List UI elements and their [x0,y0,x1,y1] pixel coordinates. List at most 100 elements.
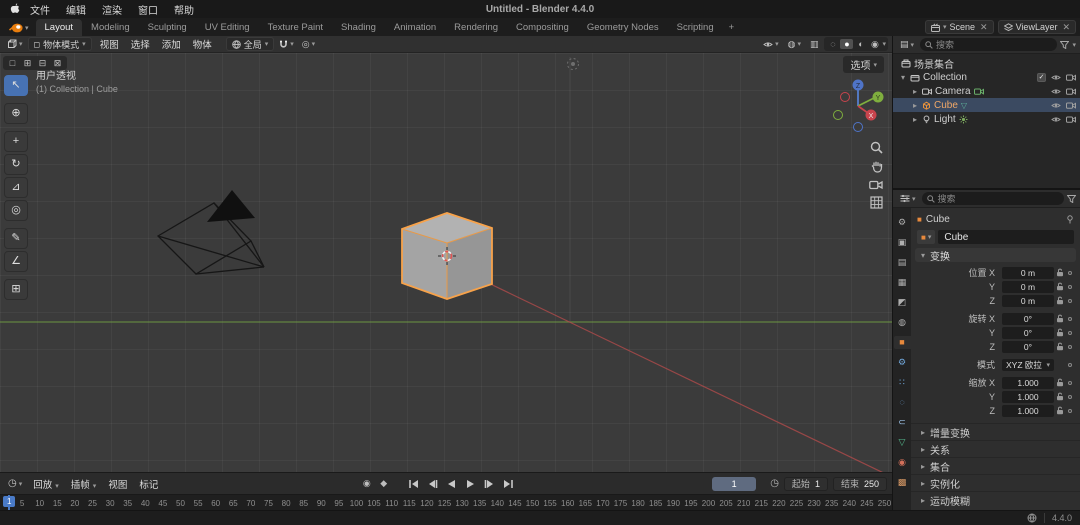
timeline-menu-item[interactable]: 视图 [102,477,133,491]
lock-icon[interactable] [1054,282,1066,291]
animate-dot-icon[interactable] [1066,408,1074,413]
workspace-tab[interactable]: Shading [332,19,385,36]
tab-render[interactable]: ▣ [894,236,911,249]
transform-panel-header[interactable]: 变换 [915,248,1076,263]
animate-dot-icon[interactable] [1066,270,1074,275]
viewport-canvas[interactable]: Z Y X 用户透视 (1) Collection | Cube □ ⊞ ⊟ ⊠ 选项… [0,53,892,472]
viewport-menu-item[interactable]: 选择 [125,37,156,51]
show-gizmo-dropdown[interactable]: ▾ [760,40,782,48]
animate-dot-icon[interactable] [1066,344,1074,349]
shading-wireframe-button[interactable]: ◌ [826,39,839,49]
close-icon[interactable]: ✕ [1062,22,1070,33]
macos-menu-item[interactable]: 文件 [22,2,58,17]
workspace-tab[interactable]: Geometry Nodes [578,19,668,36]
jump-to-start-button[interactable] [405,476,422,491]
tool-cursor[interactable]: ⊕ [4,103,28,124]
field-value[interactable]: 0 m [1002,266,1054,279]
tool-measure[interactable]: ∠ [4,251,28,272]
zoom-button[interactable] [870,141,883,154]
field-value[interactable]: 1.000 [1002,376,1054,389]
animate-dot-icon[interactable] [1066,284,1074,289]
field-value[interactable]: 0° [1002,340,1054,353]
current-frame-field[interactable]: 1 [712,476,757,491]
field-value[interactable]: 0 m [1002,294,1054,307]
collapsed-panel[interactable]: 实例化 [911,474,1080,491]
lock-icon[interactable] [1054,296,1066,305]
hide-eye-icon[interactable] [1051,74,1061,81]
collapsed-panel[interactable]: 增量变换 [911,423,1080,440]
camera-object[interactable] [156,190,265,275]
lock-icon[interactable] [1054,342,1066,351]
tab-physics[interactable]: ◌ [894,396,911,409]
snap-toggle[interactable]: ▾ [276,40,297,49]
keying-set-button[interactable]: ◆ [376,478,391,489]
outliner-row-scene-collection[interactable]: 场景集合 [893,56,1080,71]
transform-orientation-selector[interactable]: 全局 ▾ [225,37,275,51]
collapsed-panel[interactable]: 集合 [911,457,1080,474]
field-value[interactable]: 0° [1002,326,1054,339]
auto-keying-button[interactable]: ◉ [359,478,374,489]
gizmo-z-neg[interactable] [853,122,863,132]
timeline-menu-item[interactable]: 回放 [27,477,65,491]
workspace-tab[interactable]: Texture Paint [259,19,332,36]
outliner-editor-type-button[interactable]: ▤ ▾ [897,39,917,50]
gizmo-y-neg[interactable] [833,110,843,120]
animate-dot-icon[interactable] [1066,316,1074,321]
timeline-ruler[interactable]: 5 10 15 20 25 30 35 40 45 50 55 60 65 70 75 80 85 90 95 100… [0,494,892,510]
tool-rotate[interactable]: ↻ [4,154,28,175]
playhead-frame-tag[interactable]: 1 [3,496,16,507]
tool-move[interactable]: + [4,131,28,152]
field-value[interactable]: 0 m [1002,280,1054,293]
play-reverse-button[interactable] [443,476,460,491]
hide-eye-icon[interactable] [1051,88,1061,95]
tool-tweak-select[interactable]: ↖ [4,75,28,96]
camera-view-button[interactable] [869,179,883,190]
lock-icon[interactable] [1054,268,1066,277]
blender-menu-button[interactable]: ▾ [4,23,36,36]
collapsed-panel[interactable]: 关系 [911,440,1080,457]
field-value[interactable]: 0° [1002,312,1054,325]
pan-button[interactable] [870,160,883,173]
frame-end-field[interactable]: 结束 250 [832,476,887,491]
frame-start-field[interactable]: 起始 1 [783,476,828,491]
id-type-selector[interactable]: ■ ▾ [917,230,936,244]
animate-dot-icon[interactable] [1066,330,1074,335]
tab-output[interactable]: ▤ [894,256,911,269]
lock-icon[interactable] [1054,378,1066,387]
outliner-row-light[interactable]: ▸ Light [893,112,1080,126]
disclosure-icon[interactable]: ▸ [911,115,919,124]
lock-icon[interactable] [1054,328,1066,337]
tab-view-layer[interactable]: ▦ [894,276,911,289]
workspace-tab[interactable]: Rendering [445,19,507,36]
macos-menu-item[interactable]: 渲染 [94,2,130,17]
workspace-tab[interactable]: Scripting [668,19,723,36]
jump-next-keyframe-button[interactable] [481,476,498,491]
viewport-menu-item[interactable]: 物体 [187,37,218,51]
animate-dot-icon[interactable] [1066,298,1074,303]
lock-icon[interactable] [1054,392,1066,401]
workspace-tab[interactable]: Modeling [82,19,139,36]
navigation-gizmo[interactable]: Z Y X [833,79,884,132]
lock-icon[interactable] [1054,406,1066,415]
disable-render-camera-icon[interactable] [1066,115,1076,123]
tab-world[interactable]: ◍ [894,316,911,329]
tab-scene[interactable]: ◩ [894,296,911,309]
properties-search-input[interactable]: 搜索 [921,192,1064,205]
gizmo-x-neg[interactable] [840,92,850,102]
disclosure-icon[interactable]: ▸ [911,101,919,110]
shading-material-button[interactable]: ◐ [854,39,867,49]
scene-selector[interactable]: ▾ Scene ✕ [925,20,994,34]
unlink-icon[interactable]: ✕ [980,22,988,33]
ortho-grid-button[interactable] [869,196,883,209]
outliner-row-collection[interactable]: ▾ Collection ✓ [893,70,1080,84]
cube-object[interactable] [401,212,493,300]
tab-particles[interactable]: ∷ [894,376,911,389]
tab-constraints[interactable]: ⊂ [894,416,911,429]
apple-logo-icon[interactable] [10,3,20,15]
timeline-editor-type-button[interactable]: ◷ ▾ [5,478,25,489]
tool-transform[interactable]: ◎ [4,200,28,221]
workspace-tab[interactable]: Compositing [507,19,578,36]
workspace-tab[interactable]: Sculpting [139,19,196,36]
outliner-row-cube[interactable]: ▸ Cube ▽ [893,98,1080,112]
select-mode-button[interactable]: ⊠ [51,57,64,69]
